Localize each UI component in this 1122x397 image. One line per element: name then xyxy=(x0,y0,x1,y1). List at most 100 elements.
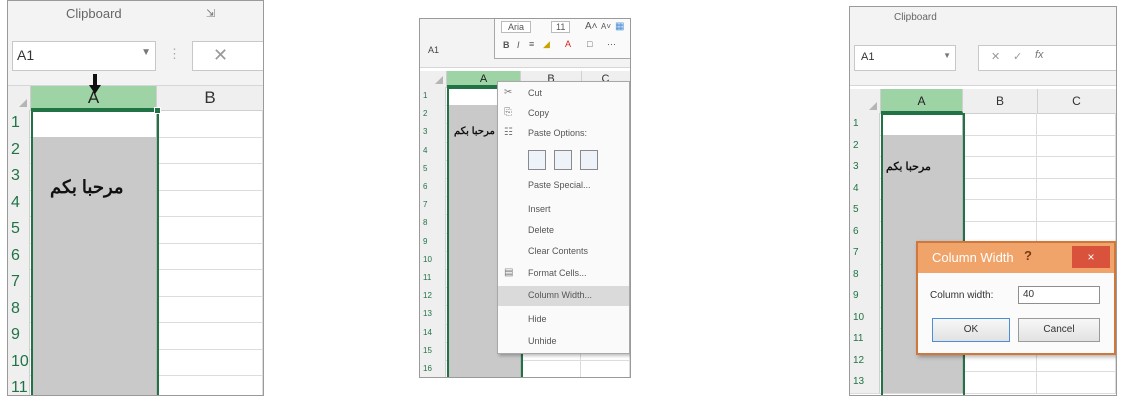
menu-item[interactable]: ▤ Format Cells... xyxy=(498,264,629,284)
cell-a[interactable] xyxy=(881,113,963,135)
row-header[interactable]: 4 xyxy=(850,177,880,199)
cell[interactable] xyxy=(963,177,1037,199)
row-header[interactable]: 14 xyxy=(420,323,446,342)
cancel-icon[interactable]: ✕ xyxy=(991,50,1000,63)
align-icon[interactable]: ≡ xyxy=(529,39,534,49)
cell[interactable] xyxy=(963,134,1037,156)
row-header[interactable]: 2 xyxy=(420,105,446,124)
row-header[interactable]: 4 xyxy=(420,141,446,160)
row-header[interactable]: 3 xyxy=(8,163,30,190)
row-header[interactable]: 12 xyxy=(420,287,446,306)
cell-a[interactable] xyxy=(31,348,157,375)
cell[interactable] xyxy=(157,189,263,216)
increase-font-icon[interactable]: A˄ xyxy=(585,21,598,32)
cell[interactable] xyxy=(963,371,1037,393)
more-icon[interactable]: ⋯ xyxy=(607,39,616,50)
row-header[interactable]: 2 xyxy=(850,134,880,156)
row-header[interactable]: 4 xyxy=(8,189,30,216)
cell[interactable] xyxy=(521,360,581,377)
dialog-launcher-icon[interactable]: ⇲ xyxy=(206,7,215,20)
cell[interactable] xyxy=(963,113,1037,135)
italic-icon[interactable]: I xyxy=(517,40,520,50)
cell-a[interactable] xyxy=(881,177,963,199)
cancel-button[interactable]: Cancel xyxy=(1018,318,1100,342)
font-color-icon[interactable]: A xyxy=(565,39,571,49)
row-header[interactable]: 7 xyxy=(850,242,880,264)
formula-input[interactable]: ✕ ✓ fx xyxy=(978,45,1116,71)
close-icon[interactable]: × xyxy=(1072,246,1110,268)
row-header[interactable]: 13 xyxy=(850,371,880,393)
fill-color-icon[interactable]: ◢ xyxy=(543,39,550,50)
row-header[interactable]: 9 xyxy=(8,322,30,349)
font-name-box[interactable]: Aria xyxy=(501,21,532,33)
row-header[interactable]: 11 xyxy=(850,328,880,350)
menu-item[interactable]: ⎘ Copy xyxy=(498,104,629,124)
menu-item[interactable]: Paste Special... xyxy=(498,176,629,196)
cell-a[interactable] xyxy=(881,199,963,221)
ok-button[interactable]: OK xyxy=(932,318,1010,342)
bold-icon[interactable]: B xyxy=(503,40,510,50)
borders-icon[interactable]: □ xyxy=(587,39,592,49)
cell-a[interactable] xyxy=(31,110,157,137)
menu-item[interactable]: ✂ Cut xyxy=(498,84,629,104)
chevron-down-icon[interactable]: ▼ xyxy=(141,47,151,58)
row-header[interactable]: 2 xyxy=(8,136,30,163)
paste-option-icon[interactable] xyxy=(528,150,546,170)
cell-a[interactable] xyxy=(447,360,521,377)
cell[interactable] xyxy=(963,156,1037,178)
row-header[interactable]: 11 xyxy=(8,375,30,395)
cell[interactable] xyxy=(1037,113,1116,135)
row-header[interactable]: 9 xyxy=(850,285,880,307)
cell-a[interactable] xyxy=(31,216,157,243)
select-all-corner[interactable] xyxy=(8,86,31,110)
row-header[interactable]: 11 xyxy=(420,269,446,288)
cell-a[interactable] xyxy=(31,269,157,296)
cell-a[interactable] xyxy=(31,295,157,322)
cell[interactable] xyxy=(963,220,1037,242)
cell[interactable] xyxy=(157,375,263,395)
row-header[interactable]: 15 xyxy=(420,341,446,360)
row-header[interactable]: 12 xyxy=(850,349,880,371)
row-header[interactable]: 7 xyxy=(8,269,30,296)
paste-option-icon[interactable] xyxy=(554,150,572,170)
column-header-c[interactable]: C xyxy=(1037,89,1116,113)
cell[interactable] xyxy=(157,163,263,190)
row-header[interactable]: 1 xyxy=(850,113,880,135)
cell[interactable] xyxy=(157,269,263,296)
row-header[interactable]: 5 xyxy=(850,199,880,221)
row-header[interactable]: 6 xyxy=(8,242,30,269)
vertical-dots-icon[interactable]: ⋮ xyxy=(168,46,181,62)
menu-item[interactable]: Column Width... xyxy=(498,286,629,306)
cell[interactable] xyxy=(1037,134,1116,156)
cell-a[interactable] xyxy=(31,322,157,349)
menu-item[interactable]: Clear Contents xyxy=(498,242,629,262)
cell[interactable] xyxy=(963,199,1037,221)
row-header[interactable]: 1 xyxy=(8,110,30,137)
cell[interactable] xyxy=(157,348,263,375)
cell[interactable] xyxy=(157,136,263,163)
row-header[interactable]: 13 xyxy=(420,305,446,324)
cell[interactable] xyxy=(1037,156,1116,178)
decrease-font-icon[interactable]: A˅ xyxy=(601,22,611,31)
row-header[interactable]: 10 xyxy=(850,306,880,328)
cell[interactable] xyxy=(1037,220,1116,242)
cell-a[interactable] xyxy=(31,136,157,163)
column-width-input[interactable]: 40 xyxy=(1018,286,1100,304)
row-header[interactable]: 3 xyxy=(420,123,446,142)
cell[interactable] xyxy=(157,295,263,322)
select-all-corner[interactable] xyxy=(850,89,881,113)
row-header[interactable]: 9 xyxy=(420,232,446,251)
row-header[interactable]: 8 xyxy=(420,214,446,233)
cell-a[interactable] xyxy=(881,220,963,242)
cell[interactable] xyxy=(1037,177,1116,199)
enter-icon[interactable]: ✓ xyxy=(1013,50,1022,63)
cell[interactable] xyxy=(157,216,263,243)
row-header[interactable]: 10 xyxy=(8,348,30,375)
cell[interactable] xyxy=(157,322,263,349)
row-header[interactable]: 1 xyxy=(420,87,446,106)
select-all-corner[interactable] xyxy=(420,71,447,87)
row-header[interactable]: 5 xyxy=(8,216,30,243)
close-icon[interactable]: ✕ xyxy=(213,45,228,66)
paste-options-row[interactable] xyxy=(498,146,629,174)
row-header[interactable]: 7 xyxy=(420,196,446,215)
